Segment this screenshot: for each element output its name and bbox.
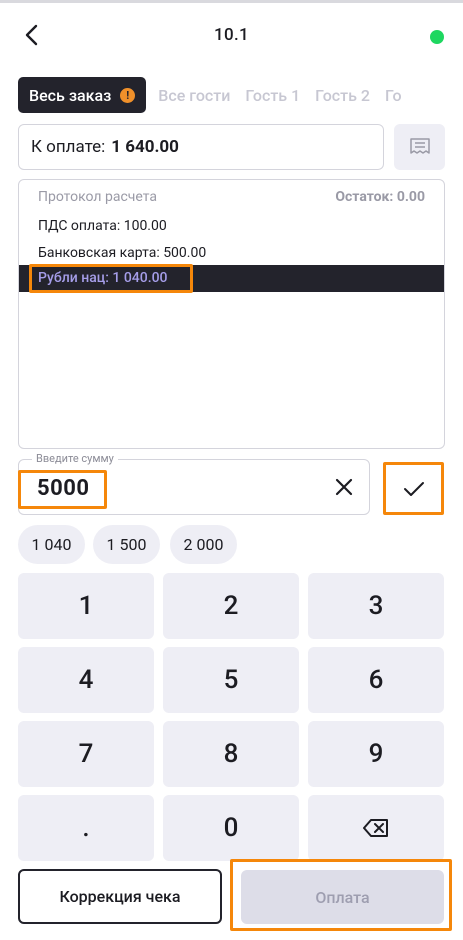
key-0[interactable]: 0 bbox=[163, 795, 299, 861]
amount-due-label: К оплате: bbox=[31, 137, 106, 157]
key-7[interactable]: 7 bbox=[18, 721, 154, 787]
key-2[interactable]: 2 bbox=[163, 573, 299, 639]
tab-guest-1[interactable]: Гость 1 bbox=[245, 77, 300, 113]
warning-icon: ! bbox=[120, 87, 136, 103]
status-indicator bbox=[430, 30, 444, 44]
guest-tabs: Весь заказ ! Все гости Гость 1 Гость 2 Г… bbox=[18, 77, 463, 113]
tab-label: Все гости bbox=[158, 85, 231, 105]
payment-protocol: Протокол расчета Остаток: 0.00 ПДС оплат… bbox=[18, 179, 445, 449]
key-3[interactable]: 3 bbox=[308, 573, 444, 639]
receipt-correction-button[interactable]: Коррекция чека bbox=[18, 869, 222, 924]
backspace-key[interactable] bbox=[308, 795, 444, 861]
clear-button[interactable] bbox=[329, 472, 359, 502]
tab-label: Гость 1 bbox=[245, 85, 301, 105]
remainder: Остаток: 0.00 bbox=[335, 189, 425, 205]
payment-row-label: Рубли нац: 1 040.00 bbox=[38, 270, 168, 286]
tab-guest-2[interactable]: Гость 2 bbox=[315, 77, 370, 113]
receipt-icon bbox=[409, 138, 430, 154]
tab-whole-order[interactable]: Весь заказ ! bbox=[18, 77, 147, 113]
quick-amount-chip[interactable]: 2 000 bbox=[170, 525, 237, 564]
amount-input-value: 5000 bbox=[37, 476, 90, 501]
amount-due-value: 1 640.00 bbox=[111, 137, 179, 157]
highlight-box: Оплата bbox=[230, 859, 452, 931]
protocol-title: Протокол расчета bbox=[38, 189, 157, 205]
key-6[interactable]: 6 bbox=[308, 647, 444, 713]
tab-label: Го bbox=[384, 85, 402, 105]
confirm-button[interactable] bbox=[383, 462, 444, 515]
header: 10.1 bbox=[0, 3, 463, 65]
key-9[interactable]: 9 bbox=[308, 721, 444, 787]
key-1[interactable]: 1 bbox=[18, 573, 154, 639]
amount-due-field: К оплате: 1 640.00 bbox=[18, 124, 384, 170]
tab-guest-3[interactable]: Го bbox=[385, 77, 402, 113]
backspace-icon bbox=[363, 819, 388, 837]
tab-all-guests[interactable]: Все гости bbox=[158, 77, 230, 113]
payment-row[interactable]: Банковская карта: 500.00 bbox=[38, 245, 206, 261]
amount-input-label: Введите сумму bbox=[32, 452, 118, 465]
amount-input[interactable]: Введите сумму 5000 bbox=[18, 452, 370, 515]
close-icon bbox=[335, 478, 353, 496]
tab-label: Гость 2 bbox=[315, 85, 370, 105]
pay-button[interactable]: Оплата bbox=[241, 870, 444, 924]
tab-label: Весь заказ bbox=[29, 85, 112, 105]
page-title: 10.1 bbox=[214, 25, 249, 45]
key-decimal[interactable]: . bbox=[18, 795, 154, 861]
payment-row-selected[interactable]: Рубли нац: 1 040.00 bbox=[19, 265, 444, 292]
key-8[interactable]: 8 bbox=[163, 721, 299, 787]
key-5[interactable]: 5 bbox=[163, 647, 299, 713]
payment-row[interactable]: ПДС оплата: 100.00 bbox=[38, 218, 167, 234]
key-4[interactable]: 4 bbox=[18, 647, 154, 713]
quick-amount-chip[interactable]: 1 040 bbox=[18, 525, 85, 564]
quick-amount-chip[interactable]: 1 500 bbox=[93, 525, 160, 564]
receipt-button[interactable] bbox=[394, 124, 445, 170]
check-icon bbox=[403, 481, 424, 496]
